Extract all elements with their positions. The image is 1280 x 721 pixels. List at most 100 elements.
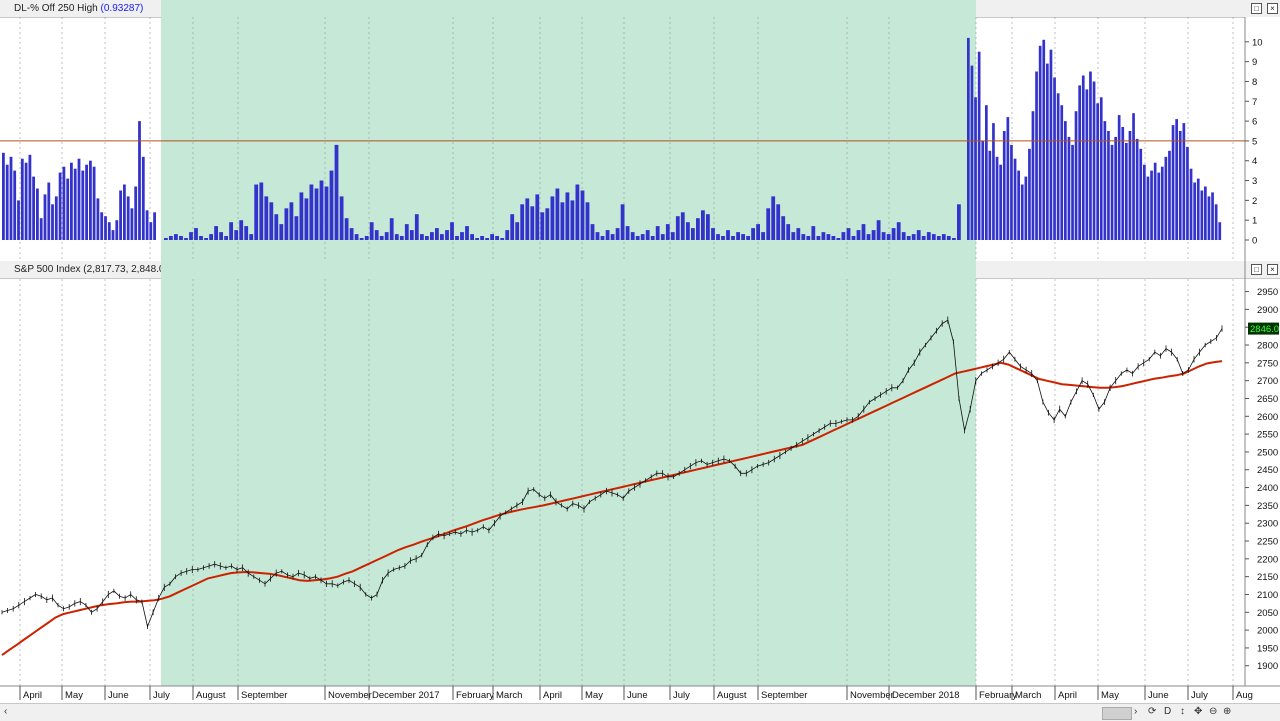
bar xyxy=(791,232,796,240)
scroll-left-icon[interactable]: ‹ xyxy=(4,706,7,717)
bar xyxy=(134,186,138,240)
y-tick-label: 5 xyxy=(1252,136,1257,147)
bar xyxy=(96,198,100,240)
bar xyxy=(1103,121,1107,240)
bar xyxy=(475,238,479,240)
bar xyxy=(585,202,590,240)
bar xyxy=(876,220,881,240)
bar xyxy=(153,212,156,240)
move-icon[interactable]: ✥ xyxy=(1194,706,1202,717)
bar xyxy=(1204,186,1207,240)
scroll-right-icon[interactable]: › xyxy=(1134,706,1137,717)
bar xyxy=(111,230,115,240)
bar xyxy=(1056,93,1060,240)
x-tick-label: June xyxy=(1148,690,1169,701)
scroll-thumb[interactable] xyxy=(1102,707,1132,720)
refresh-icon[interactable]: ⟳ xyxy=(1148,706,1156,717)
bar xyxy=(1164,156,1168,240)
y-tick-label: 2 xyxy=(1252,196,1257,207)
y-tick-label: 2500 xyxy=(1257,447,1278,458)
bar xyxy=(946,236,951,240)
scroll-bar[interactable]: ‹ › ⟳ D ↕ ✥ ⊖ ⊕ xyxy=(0,703,1280,721)
bar xyxy=(1096,103,1099,240)
bar xyxy=(801,234,806,240)
bar xyxy=(51,204,54,240)
bar xyxy=(314,188,319,240)
bar xyxy=(284,208,289,240)
zoom-in-icon[interactable]: ⊕ xyxy=(1223,706,1231,717)
bar xyxy=(731,236,735,240)
bar xyxy=(495,236,499,240)
bar xyxy=(811,226,816,240)
bar xyxy=(1189,168,1193,240)
bar xyxy=(115,220,119,240)
bar xyxy=(595,232,600,240)
bar xyxy=(620,204,625,240)
bar xyxy=(977,51,981,241)
shaded-region xyxy=(161,0,976,703)
bar xyxy=(1099,97,1103,240)
bar xyxy=(1049,49,1053,241)
bar xyxy=(600,236,605,240)
bar xyxy=(309,184,314,240)
bar xyxy=(650,236,655,240)
bar xyxy=(379,236,384,240)
bar xyxy=(831,236,836,240)
bar xyxy=(1028,148,1031,240)
bar xyxy=(1053,77,1056,240)
bar xyxy=(781,216,786,240)
bar xyxy=(324,186,329,240)
bar xyxy=(1081,75,1085,240)
x-tick-label: April xyxy=(543,690,562,701)
bar xyxy=(420,234,424,240)
bar xyxy=(234,230,239,240)
y-tick-label: 2400 xyxy=(1257,483,1278,494)
x-tick-label: August xyxy=(717,690,747,701)
bar xyxy=(746,236,750,240)
bar xyxy=(470,234,474,240)
bar xyxy=(655,226,660,240)
bar xyxy=(77,158,81,240)
bar xyxy=(189,232,193,240)
x-tick-label: Aug xyxy=(1236,690,1253,701)
bar xyxy=(1211,192,1214,240)
bar xyxy=(1157,172,1161,240)
bar xyxy=(716,234,720,240)
y-tick-label: 2100 xyxy=(1257,590,1278,601)
bar xyxy=(505,230,510,240)
y-tick-label: 0 xyxy=(1252,236,1257,247)
vertical-scale-icon[interactable]: ↕ xyxy=(1180,706,1185,717)
bar xyxy=(796,228,801,240)
bar xyxy=(1128,131,1132,240)
y-tick-label: 2750 xyxy=(1257,358,1278,369)
bar xyxy=(1139,148,1143,240)
bar xyxy=(47,182,51,240)
bar xyxy=(575,184,580,240)
daily-icon[interactable]: D xyxy=(1164,706,1171,717)
bar xyxy=(726,230,730,240)
bar xyxy=(66,178,70,240)
bar xyxy=(9,156,13,240)
bar xyxy=(1089,71,1092,240)
bar xyxy=(254,184,259,240)
zoom-out-icon[interactable]: ⊖ xyxy=(1209,706,1217,717)
x-tick-label: May xyxy=(585,690,603,701)
y-tick-label: 2800 xyxy=(1257,341,1278,352)
bar xyxy=(1207,196,1211,240)
bar xyxy=(384,232,389,240)
bar xyxy=(138,121,141,240)
bar xyxy=(615,228,620,240)
bar xyxy=(741,234,745,240)
bar xyxy=(17,200,20,240)
bar xyxy=(184,238,188,240)
y-tick-label: 2700 xyxy=(1257,376,1278,387)
bar xyxy=(535,194,540,240)
bar xyxy=(1013,158,1017,240)
bar xyxy=(239,220,244,240)
bar xyxy=(610,234,615,240)
bar xyxy=(756,224,760,240)
bar xyxy=(20,158,24,240)
bar xyxy=(645,230,650,240)
bar xyxy=(73,168,77,240)
bar xyxy=(229,222,233,240)
